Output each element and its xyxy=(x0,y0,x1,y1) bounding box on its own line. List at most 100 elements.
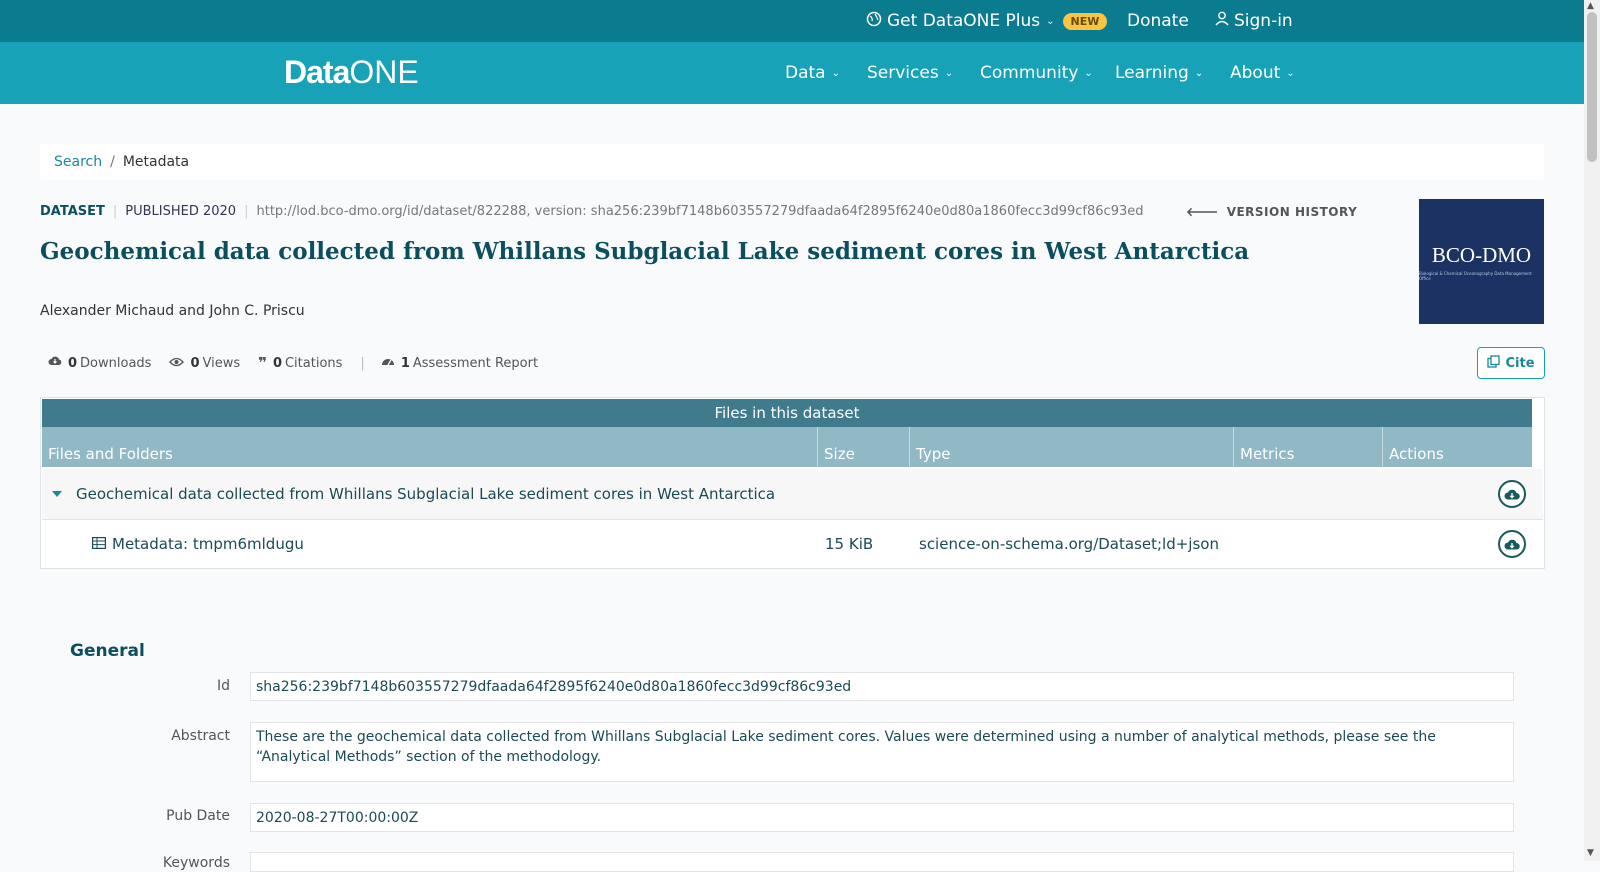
breadcrumb-current: Metadata xyxy=(122,154,190,170)
file-type: science-on-schema.org/Dataset;ld+json xyxy=(919,535,1219,553)
version-history-label: VERSION HISTORY xyxy=(1226,205,1358,219)
nav-about-label: About xyxy=(1230,63,1281,83)
cloud-download-icon xyxy=(48,355,62,371)
metrics-bar: 0 Downloads 0 Views ❞ 0 Citations | 1 Assess… xyxy=(48,354,556,372)
views-label: Views xyxy=(202,355,241,371)
meta-divider: | xyxy=(112,204,118,219)
dataset-identifier: http://lod.bco-dmo.org/id/dataset/822288… xyxy=(256,204,1144,219)
keywords-value xyxy=(250,852,1514,872)
chevron-down-icon: ⌄ xyxy=(831,67,840,79)
cloud-download-icon[interactable] xyxy=(1498,480,1526,508)
eye-icon xyxy=(169,356,185,371)
meta-divider: | xyxy=(244,204,249,219)
user-icon xyxy=(1215,11,1229,31)
downloads-count: 0 xyxy=(68,355,78,371)
copy-icon xyxy=(1487,354,1501,372)
column-metrics[interactable]: Metrics xyxy=(1234,427,1383,467)
table-row-file[interactable]: Metadata: tmpm6mldugu 15 KiB science-on-… xyxy=(42,520,1543,568)
dataset-meta-line: DATASET | PUBLISHED 2020 | http://lod.bc… xyxy=(40,204,1144,219)
quote-icon: ❞ xyxy=(258,354,267,372)
files-table: Files in this dataset Files and Folders … xyxy=(40,397,1545,569)
top-bar: Get DataONE Plus ⌄ NEW Donate Sign-in xyxy=(0,0,1584,42)
column-files-folders[interactable]: Files and Folders xyxy=(42,427,818,467)
id-value: sha256:239bf7148b603557279dfaada64f2895f… xyxy=(250,672,1514,701)
dataset-title: Geochemical data collected from Whillans… xyxy=(40,238,1250,265)
globe-icon xyxy=(866,11,882,32)
chevron-down-icon: ⌄ xyxy=(1046,15,1055,27)
chevron-down-icon: ⌄ xyxy=(1084,67,1093,79)
caret-down-icon[interactable] xyxy=(52,469,62,519)
keywords-label: Keywords xyxy=(162,855,230,871)
logo-data-text: Data xyxy=(284,54,350,90)
new-badge: NEW xyxy=(1062,12,1108,30)
main-nav: DataONE Data ⌄ Services ⌄ Community ⌄ Learn… xyxy=(0,42,1584,104)
files-table-columns: Files and Folders Size Type Metrics Acti… xyxy=(42,427,1532,467)
table-icon xyxy=(92,535,107,553)
arrow-left-icon: 🡐 xyxy=(1186,205,1219,219)
bco-dmo-logo-subtext: Biological & Chemical Oceanography Data … xyxy=(1419,270,1532,281)
bco-dmo-logo[interactable]: BCO-DMO Biological & Chemical Oceanograp… xyxy=(1419,199,1544,324)
donate-link[interactable]: Donate xyxy=(1127,0,1189,42)
cloud-download-icon[interactable] xyxy=(1498,530,1526,558)
nav-data[interactable]: Data ⌄ xyxy=(785,42,840,104)
get-plus-label: Get DataONE Plus xyxy=(887,11,1041,31)
views-count: 0 xyxy=(190,355,200,371)
page-scrollbar[interactable]: ▲ ▼ xyxy=(1584,0,1600,861)
cite-label: Cite xyxy=(1505,355,1535,371)
scroll-up-icon[interactable]: ▲ xyxy=(1587,1,1594,11)
pub-date-value: 2020-08-27T00:00:00Z xyxy=(250,803,1514,832)
sign-in-link[interactable]: Sign-in xyxy=(1215,0,1293,42)
dataset-type-label: DATASET xyxy=(40,204,105,219)
scroll-thumb[interactable] xyxy=(1587,12,1597,162)
views-metric[interactable]: 0 Views xyxy=(169,356,240,371)
table-row-folder[interactable]: Geochemical data collected from Whillans… xyxy=(42,469,1543,520)
file-size: 15 KiB xyxy=(825,535,874,553)
folder-name[interactable]: Geochemical data collected from Whillans… xyxy=(76,469,775,519)
abstract-label: Abstract xyxy=(171,728,230,744)
scroll-down-icon[interactable]: ▼ xyxy=(1587,848,1594,858)
logo-one-text: ONE xyxy=(349,54,419,90)
nav-learning-label: Learning xyxy=(1115,63,1189,83)
cite-button[interactable]: Cite xyxy=(1477,347,1545,379)
downloads-label: Downloads xyxy=(80,355,152,371)
id-label: Id xyxy=(216,678,230,694)
assessment-count: 1 xyxy=(400,355,410,371)
file-entry[interactable]: Metadata: tmpm6mldugu xyxy=(92,520,304,568)
citations-metric[interactable]: ❞ 0 Citations xyxy=(258,354,342,372)
breadcrumb-search-link[interactable]: Search xyxy=(54,154,102,170)
downloads-metric[interactable]: 0 Downloads xyxy=(48,355,151,371)
get-plus-link[interactable]: Get DataONE Plus ⌄ NEW xyxy=(866,0,1108,42)
assessment-report-link[interactable]: 1 Assessment Report xyxy=(381,355,538,371)
assessment-label: Assessment Report xyxy=(412,355,539,371)
gauge-icon xyxy=(381,355,395,371)
nav-community-label: Community xyxy=(980,63,1079,83)
file-name: Metadata: tmpm6mldugu xyxy=(112,535,304,553)
citations-count: 0 xyxy=(272,355,282,371)
column-size[interactable]: Size xyxy=(818,427,910,467)
nav-community[interactable]: Community ⌄ xyxy=(980,42,1093,104)
column-actions[interactable]: Actions xyxy=(1383,427,1532,467)
published-label: PUBLISHED 2020 xyxy=(125,204,237,219)
abstract-value: These are the geochemical data collected… xyxy=(250,722,1514,782)
chevron-down-icon: ⌄ xyxy=(1286,67,1295,79)
nav-services-label: Services xyxy=(867,63,939,83)
version-history-link[interactable]: 🡐 VERSION HISTORY xyxy=(1186,204,1357,219)
nav-services[interactable]: Services ⌄ xyxy=(867,42,953,104)
chevron-down-icon: ⌄ xyxy=(944,67,954,79)
nav-about[interactable]: About ⌄ xyxy=(1230,42,1295,104)
citations-label: Citations xyxy=(284,355,343,371)
dataone-logo[interactable]: DataONE xyxy=(284,54,419,91)
breadcrumb-separator: / xyxy=(110,154,115,170)
sign-in-label: Sign-in xyxy=(1234,11,1293,31)
breadcrumb: Search / Metadata xyxy=(40,144,1544,180)
bco-dmo-logo-text: BCO-DMO xyxy=(1431,242,1532,267)
nav-learning[interactable]: Learning ⌄ xyxy=(1115,42,1203,104)
metrics-divider: | xyxy=(360,355,365,371)
nav-data-label: Data xyxy=(785,63,826,83)
files-table-header: Files in this dataset xyxy=(42,399,1532,427)
general-section-title: General xyxy=(70,641,145,661)
pub-date-label: Pub Date xyxy=(166,808,230,824)
column-type[interactable]: Type xyxy=(910,427,1234,467)
dataset-authors: Alexander Michaud and John C. Priscu xyxy=(40,303,305,319)
chevron-down-icon: ⌄ xyxy=(1194,67,1204,79)
